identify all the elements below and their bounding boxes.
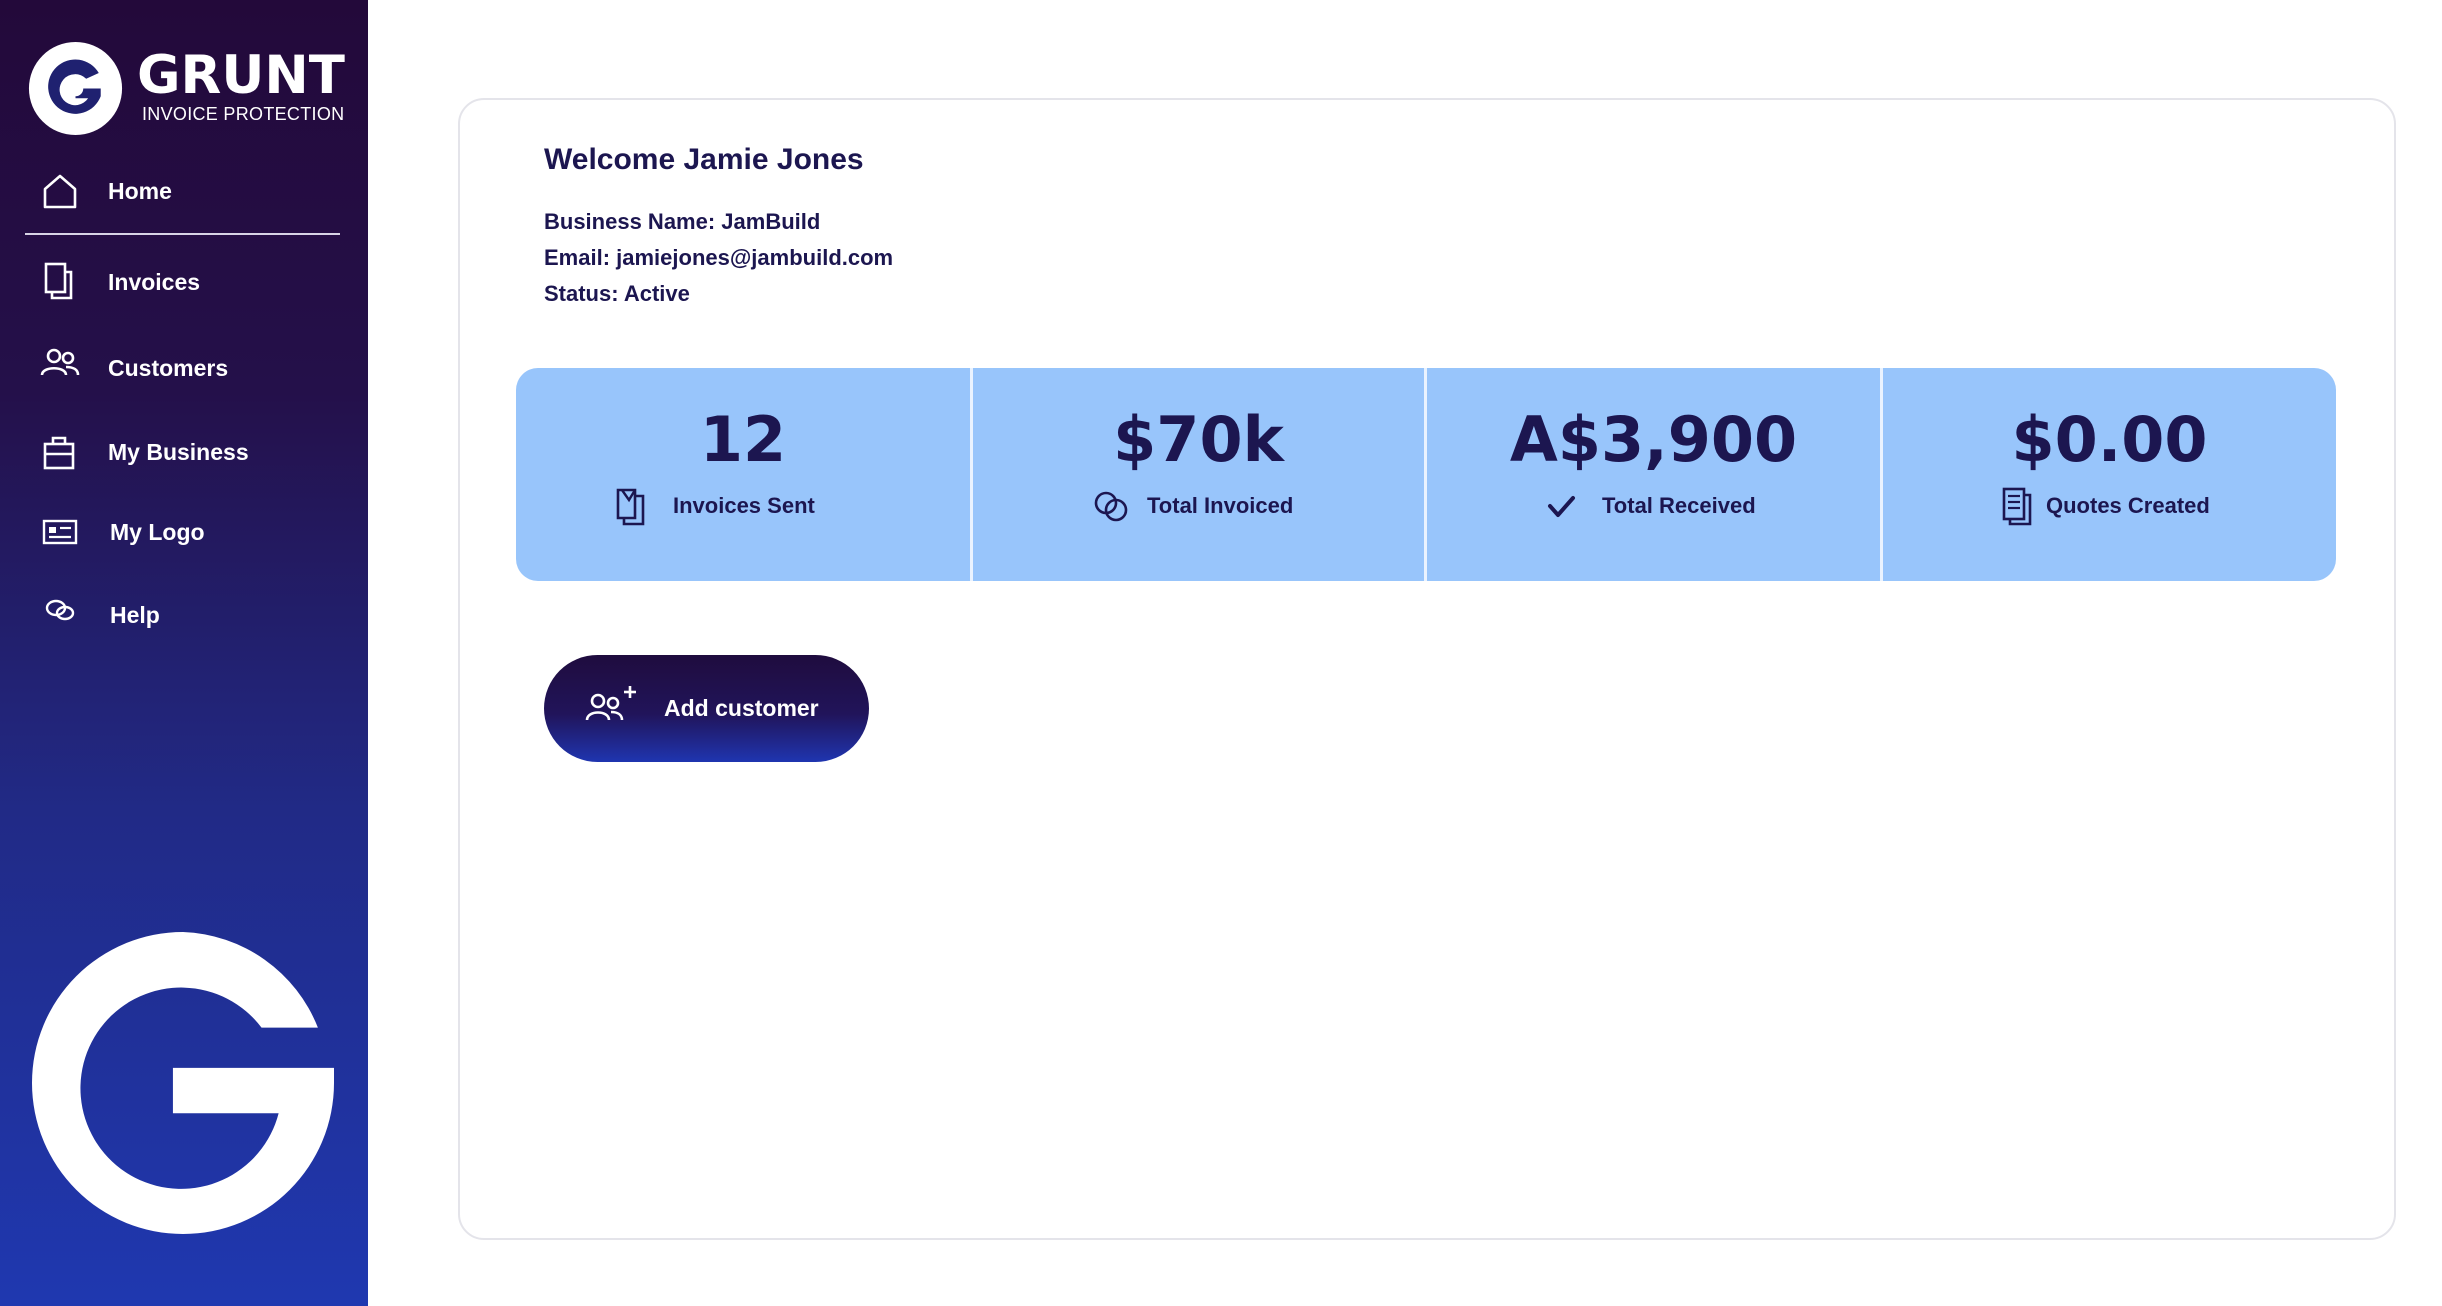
- stat-quotes-created: $0.00 Quotes Created: [1883, 368, 2336, 581]
- page-title: Welcome Jamie Jones: [544, 143, 864, 176]
- invoice-sent-icon: [616, 488, 645, 526]
- stat-invoices-sent: 12 Invoices Sent: [516, 368, 970, 581]
- status-text: Status: Active: [544, 281, 690, 306]
- stat-caption: Invoices Sent: [613, 486, 873, 526]
- sidebar-item-label: Invoices: [108, 269, 201, 295]
- sidebar-item-label: Home: [108, 178, 172, 204]
- stats-panel: 12 Invoices Sent $70k Total Invoiced A$3…: [516, 368, 2336, 581]
- brand-tagline: INVOICE PROTECTION: [142, 104, 345, 124]
- id-card-icon: [42, 519, 78, 545]
- quote-document-icon: [2002, 487, 2032, 526]
- add-customer-button[interactable]: Add customer: [544, 655, 869, 762]
- users-icon: [40, 348, 80, 376]
- checkmark-icon: [1548, 496, 1575, 517]
- grunt-watermark-icon: [32, 932, 334, 1234]
- stat-caption: Quotes Created: [1998, 486, 2278, 526]
- sidebar-item-label: My Logo: [110, 519, 205, 545]
- coins-icon: [1094, 491, 1128, 522]
- stat-caption: Total Invoiced: [1091, 486, 1351, 526]
- add-customer-label: Add customer: [664, 695, 819, 721]
- sidebar-item-label: My Business: [108, 439, 249, 465]
- sidebar-item-customers[interactable]: Customers: [0, 333, 368, 403]
- sidebar-item-my-logo[interactable]: My Logo: [0, 498, 368, 568]
- brand-logo[interactable]: GRUNT INVOICE PROTECTION: [27, 40, 347, 138]
- business-name-text: Business Name: JamBuild: [544, 209, 821, 234]
- brand-name: GRUNT: [137, 45, 345, 106]
- stat-label: Total Received: [1602, 493, 1756, 518]
- sidebar-item-home[interactable]: Home: [0, 157, 368, 227]
- add-user-icon: [585, 686, 636, 721]
- sidebar-item-label: Help: [110, 602, 160, 628]
- stat-label: Invoices Sent: [673, 493, 815, 518]
- sidebar-item-help[interactable]: Help: [0, 580, 368, 650]
- stat-label: Total Invoiced: [1147, 493, 1294, 518]
- sidebar-item-label: Customers: [108, 355, 229, 381]
- stat-value: $0.00: [2011, 403, 2208, 476]
- sidebar-item-invoices[interactable]: Invoices: [0, 249, 368, 319]
- stat-value: A$3,900: [1509, 403, 1798, 476]
- grunt-logo-icon: [28, 41, 123, 136]
- chat-bubbles-icon: [45, 599, 75, 621]
- stat-value: $70k: [1113, 403, 1284, 476]
- briefcase-icon: [43, 436, 75, 470]
- stat-value: 12: [699, 403, 787, 476]
- stat-label: Quotes Created: [2046, 493, 2210, 518]
- email-text: Email: jamiejones@jambuild.com: [544, 245, 894, 270]
- invoice-icon: [44, 262, 73, 300]
- stat-caption: Total Received: [1542, 486, 1822, 526]
- sidebar-divider: [25, 233, 340, 235]
- stat-total-invoiced: $70k Total Invoiced: [973, 368, 1424, 581]
- sidebar: GRUNT INVOICE PROTECTION Home Invoices C…: [0, 0, 368, 1306]
- home-icon: [43, 174, 77, 209]
- sidebar-item-my-business[interactable]: My Business: [0, 419, 368, 489]
- stat-total-received: A$3,900 Total Received: [1427, 368, 1880, 581]
